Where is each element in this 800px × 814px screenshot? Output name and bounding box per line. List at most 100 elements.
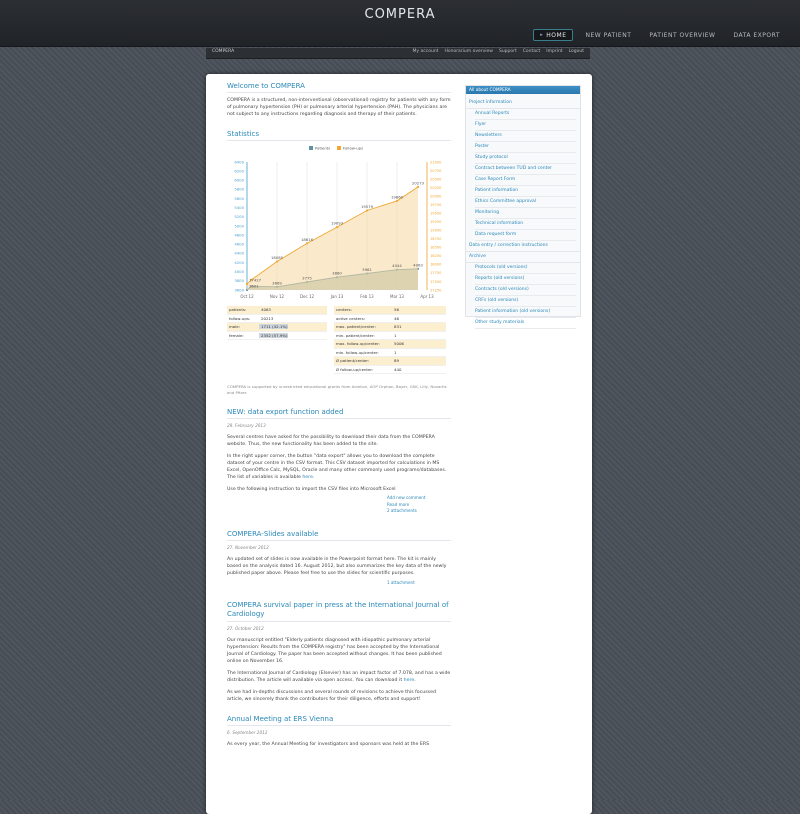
sidebar-section[interactable]: Project information	[466, 98, 580, 109]
y-tick-label: 4000	[234, 269, 244, 274]
link-my-account[interactable]: My account	[413, 49, 439, 54]
download-link[interactable]: here	[404, 678, 415, 683]
post-title[interactable]: COMPERA survival paper in press at the I…	[227, 601, 451, 622]
sidebar-item[interactable]: Monitoring	[475, 208, 576, 219]
legend-label: Patients	[315, 146, 330, 151]
subbar-brand[interactable]: COMPERA	[212, 49, 234, 54]
stats-value: 1	[394, 332, 397, 338]
main-content: Welcome to COMPERA COMPERA is a structur…	[227, 82, 451, 748]
y-tick-label: 6400	[234, 159, 244, 164]
sidebar-item[interactable]: Study protocol	[475, 153, 576, 164]
y-tick-label: 3800	[234, 278, 244, 283]
x-tick-label: Nov 12	[270, 294, 285, 299]
data-point	[365, 209, 369, 212]
sidebar-item[interactable]: Annual Reports	[475, 109, 576, 120]
y2-tick-label: 18250	[430, 254, 442, 258]
sidebar-item[interactable]: Case Report Form	[475, 175, 576, 186]
sidebar: All about COMPERA Project information Ann…	[465, 85, 581, 329]
legend-label: Follow-ups	[343, 146, 363, 151]
stats-value: 2352 (57.9%)	[259, 332, 288, 338]
sidebar-title: All about COMPERA	[466, 86, 580, 94]
sidebar-item[interactable]: Ethics Committee approval	[475, 197, 576, 208]
stats-label: centers:	[336, 307, 352, 313]
sidebar-item[interactable]: Patient information	[475, 186, 576, 197]
nav-data-export[interactable]: DATA EXPORT	[727, 29, 786, 41]
main-nav: ▸ HOME NEW PATIENT PATIENT OVERVIEW DATA…	[533, 29, 786, 41]
y2-tick-label: 17750	[430, 271, 442, 275]
stats-value: 4063	[261, 307, 271, 313]
x-tick-label: Feb 13	[360, 294, 374, 299]
data-point	[395, 199, 399, 203]
stats-value: 89	[394, 358, 399, 364]
x-tick-label: Oct 12	[240, 294, 254, 299]
y2-tick-label: 20750	[430, 169, 442, 173]
sidebar-item[interactable]: Other study materials	[475, 318, 576, 329]
sidebar-item[interactable]: Newsletters	[475, 131, 576, 142]
support-text: COMPERA is supported by unrestricted edu…	[227, 384, 447, 395]
sidebar-item[interactable]: Flyer	[475, 120, 576, 131]
stats-value: 20213	[261, 315, 274, 321]
link-support[interactable]: Support	[499, 49, 517, 54]
variables-link[interactable]: here	[302, 475, 313, 480]
nav-patient-overview[interactable]: PATIENT OVERVIEW	[643, 29, 721, 41]
post-links: Add new comment Read more 2 attachments	[387, 495, 451, 515]
y-tick-label: 4400	[234, 251, 244, 256]
sidebar-item[interactable]: Protocols (old versions)	[475, 263, 576, 274]
post-paragraph: As every year, the Annual Meeting for in…	[227, 742, 430, 747]
link-contact[interactable]: Contact	[523, 49, 541, 54]
stats-row: max. patient/center: 831	[334, 323, 446, 332]
sidebar-section[interactable]: Data entry / correction instructions	[466, 241, 580, 252]
x-tick-label: Mar 13	[390, 294, 404, 299]
sidebar-item[interactable]: Data request form	[475, 230, 576, 241]
post-paragraph: Our manuscript entitled "Elderly patient…	[227, 638, 442, 664]
x-tick-label: Jan 13	[330, 294, 344, 299]
data-label: 20273	[412, 180, 425, 185]
data-point	[305, 242, 309, 245]
stats-label: min. follow-up/center:	[336, 349, 379, 355]
stats-row: active centers: 46	[334, 315, 446, 323]
compera-logo[interactable]: COMPERA	[360, 7, 440, 23]
post-paragraph: As we had in-depths discussions and seve…	[227, 690, 436, 702]
sidebar-section[interactable]: Archive	[466, 252, 580, 263]
stats-label: follow-ups:	[229, 315, 251, 321]
y2-tick-label: 17250	[430, 288, 442, 292]
nav-new-patient[interactable]: NEW PATIENT	[579, 29, 637, 41]
sidebar-item[interactable]: Contracts (old versions)	[475, 285, 576, 296]
y2-tick-label: 20250	[430, 186, 442, 190]
y2-tick-label: 18750	[430, 237, 442, 241]
attachments-link[interactable]: 2 attachments	[387, 508, 451, 515]
y-tick-label: 5800	[234, 187, 244, 192]
y-tick-label: 4600	[234, 242, 244, 247]
stats-row: centers: 56	[334, 306, 446, 315]
sidebar-item[interactable]: CRFs (old versions)	[475, 296, 576, 307]
y2-tick-label: 21000	[430, 160, 442, 164]
post-paragraph: The International Journal of Cardiology …	[227, 671, 451, 683]
sidebar-item[interactable]: Contract between TUD and center	[475, 164, 576, 175]
stats-row: max. follow-up/center: 5006	[334, 340, 446, 349]
post-title[interactable]: NEW: data export function added	[227, 408, 451, 419]
post-title[interactable]: COMPERA-Slides available	[227, 530, 451, 541]
stats-value: 46	[394, 315, 399, 321]
post-paragraph: Several centres have asked for the possi…	[227, 435, 435, 447]
nav-home[interactable]: ▸ HOME	[533, 29, 574, 41]
y2-tick-label: 19500	[430, 212, 442, 216]
user-links: My account Honorarium overview Support C…	[413, 49, 584, 54]
link-logout[interactable]: Logout	[569, 49, 584, 54]
post-paragraph: An updated set of slides is now availabl…	[227, 556, 447, 576]
home-icon: ▸	[540, 32, 544, 38]
stats-row: min. patient/center: 1	[334, 332, 446, 340]
y-tick-label: 6200	[234, 168, 244, 173]
sidebar-item[interactable]: Reports (old versions)	[475, 274, 576, 285]
post-title[interactable]: Annual Meeting at ERS Vienna	[227, 715, 451, 726]
attachment-link[interactable]: 1 attachment	[387, 580, 451, 587]
link-imprint[interactable]: Imprint	[546, 49, 562, 54]
welcome-text: COMPERA is a structured, non-interventio…	[227, 98, 451, 117]
sidebar-item[interactable]: Technical information	[475, 219, 576, 230]
sidebar-item[interactable]: Poster	[475, 142, 576, 153]
stats-label: male:	[229, 324, 240, 330]
y2-tick-label: 18000	[430, 263, 442, 267]
data-label: 3669	[272, 280, 282, 285]
y2-tick-label: 17500	[430, 280, 442, 284]
sidebar-item[interactable]: Patient information (old versions)	[475, 307, 576, 318]
link-honorarium[interactable]: Honorarium overview	[444, 49, 493, 54]
